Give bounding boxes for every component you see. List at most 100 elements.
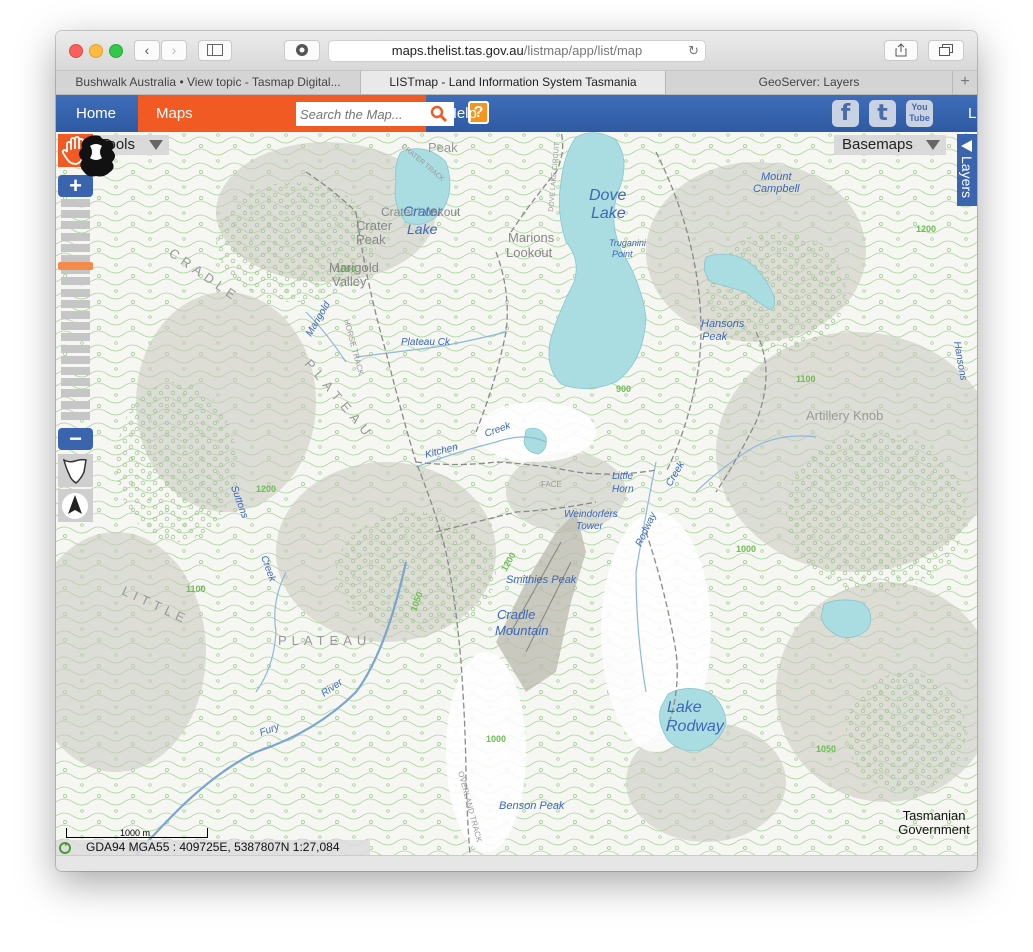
zoom-slider-handle[interactable] <box>58 261 93 270</box>
zoom-window-button[interactable] <box>109 44 123 58</box>
sidebar-toggle-button[interactable] <box>198 40 232 61</box>
label-weindorfers-tower: Weindorfers <box>564 509 618 520</box>
label-hansons-peak: Hansons <box>701 318 745 330</box>
zoom-out-button[interactable]: − <box>58 428 93 450</box>
shield-icon <box>296 44 308 56</box>
basemaps-label: Basemaps <box>842 136 913 153</box>
privacy-button[interactable] <box>284 40 320 61</box>
app-navbar: Home Maps ? Help f t You Tube L <box>56 95 977 132</box>
minimize-window-button[interactable] <box>89 44 103 58</box>
nav-maps[interactable]: Maps <box>156 95 193 132</box>
topographic-map[interactable]: 1050 1200 1200 1100 1000 1200 1100 1000 … <box>56 132 977 855</box>
nav-login-partial[interactable]: L <box>968 95 976 132</box>
label-smithies-peak: Smithies Peak <box>506 574 577 586</box>
scale-label: 1000 m <box>120 828 151 838</box>
tab-bushwalk[interactable]: Bushwalk Australia • View topic - Tasmap… <box>56 71 361 94</box>
svg-text:1100: 1100 <box>796 374 816 384</box>
tabs-overview-button[interactable] <box>928 40 964 61</box>
tasmania-extent-button[interactable] <box>58 454 93 487</box>
chevron-down-icon <box>926 140 940 150</box>
basemaps-dropdown[interactable]: Basemaps <box>834 135 946 155</box>
zoom-tick[interactable] <box>61 378 90 387</box>
tasmanian-government-wordmark: Tasmanian Government <box>890 809 977 837</box>
svg-text:900: 900 <box>616 384 631 394</box>
label-plateau-creek: Plateau Ck <box>401 337 451 348</box>
zoom-tick[interactable] <box>61 243 90 252</box>
new-tab-button[interactable]: + <box>953 71 977 94</box>
address-bar[interactable]: maps.thelist.tas.gov.au/listmap/app/list… <box>328 40 706 62</box>
label-benson-peak: Benson Peak <box>499 800 565 812</box>
zoom-tick[interactable] <box>61 232 90 241</box>
svg-text:1200: 1200 <box>916 224 936 234</box>
browser-window: ‹ › maps.thelist.tas.gov.au/listmap/app/… <box>56 31 977 871</box>
label-marions-lookout-2: Lookout <box>506 245 553 260</box>
nav-help[interactable]: Help <box>446 95 477 132</box>
svg-text:1000: 1000 <box>736 544 756 554</box>
tabs-icon <box>939 44 953 56</box>
label-little-plateau: PLATEAU <box>278 633 371 648</box>
label-mount-campbell: Mount <box>761 171 793 183</box>
zoom-tick[interactable] <box>61 288 90 297</box>
zoom-tick[interactable] <box>61 411 90 420</box>
zoom-tick[interactable] <box>61 322 90 331</box>
label-peak-top: Peak <box>428 140 458 155</box>
label-crater-peak: Crater <box>356 218 393 233</box>
youtube-icon[interactable]: You Tube <box>906 100 933 127</box>
facebook-icon[interactable]: f <box>832 100 859 127</box>
label-little-horn: Little <box>612 471 634 482</box>
nav-home[interactable]: Home <box>76 95 116 132</box>
label-little-horn-2: Horn <box>612 484 634 495</box>
label-marigold-valley-2: Valley <box>332 274 367 289</box>
share-button[interactable] <box>884 40 918 61</box>
reload-icon[interactable]: ↻ <box>688 41 699 61</box>
url-path: /listmap/app/list/map <box>523 43 643 58</box>
url-host: maps.thelist.tas.gov.au <box>391 43 524 58</box>
label-dove-lake-2: Lake <box>591 205 626 222</box>
twitter-icon[interactable]: t <box>869 100 896 127</box>
close-window-button[interactable] <box>69 44 83 58</box>
zoom-tick[interactable] <box>61 299 90 308</box>
zoom-tick[interactable] <box>61 277 90 286</box>
label-dove-lake: Dove <box>589 187 626 204</box>
zoom-tick[interactable] <box>61 311 90 319</box>
label-cradle-mountain-2: Mountain <box>495 623 548 638</box>
zoom-tick[interactable] <box>61 389 90 398</box>
label-marions-lookout: Marions <box>508 230 555 245</box>
zoom-slider[interactable] <box>61 199 90 423</box>
svg-text:1050: 1050 <box>816 744 836 754</box>
layers-label: Layers <box>959 156 975 199</box>
chevron-right-icon: › <box>171 42 177 58</box>
label-crater-lake-2: Lake <box>407 221 438 237</box>
label-marigold-valley: Marigold <box>329 260 379 275</box>
browser-titlebar: ‹ › maps.thelist.tas.gov.au/listmap/app/… <box>56 31 977 71</box>
zoom-tick[interactable] <box>61 400 90 409</box>
forward-button[interactable]: › <box>161 40 187 61</box>
label-crater-lookout: Crater Lookout <box>381 205 461 219</box>
label-weindorfers-tower-2: Tower <box>576 521 604 532</box>
map-viewport[interactable]: 1050 1200 1200 1100 1000 1200 1100 1000 … <box>56 132 977 855</box>
refresh-icon[interactable] <box>58 841 72 855</box>
zoom-tick[interactable] <box>61 221 90 230</box>
tasmanian-government-logo <box>79 135 115 177</box>
label-artillery-knob: Artillery Knob <box>806 408 883 423</box>
zoom-tick[interactable] <box>61 355 90 364</box>
tasmania-icon <box>62 458 87 484</box>
coordinate-text: GDA94 MGA55 : 409725E, 5387807N 1:27,084 <box>86 840 340 854</box>
tab-geoserver[interactable]: GeoServer: Layers <box>666 71 953 94</box>
layers-panel-toggle[interactable]: Layers <box>957 134 977 206</box>
tasgov-line2: Government <box>898 822 970 837</box>
back-button[interactable]: ‹ <box>134 40 160 61</box>
tab-listmap[interactable]: LISTmap - Land Information System Tasman… <box>361 71 666 94</box>
zoom-tick[interactable] <box>61 333 90 342</box>
north-arrow-button[interactable] <box>58 489 93 522</box>
chevron-left-icon: ‹ <box>144 42 150 58</box>
label-lake-rodway-2: Rodway <box>666 718 725 735</box>
zoom-tick[interactable] <box>61 367 90 375</box>
label-crater-peak-2: Peak <box>356 232 386 247</box>
label-truganini-2: Point <box>612 249 633 259</box>
svg-text:1000: 1000 <box>486 734 506 744</box>
tasgov-line1: Tasmanian <box>902 808 966 823</box>
zoom-tick[interactable] <box>61 344 90 353</box>
label-face-track: FACE <box>541 480 562 489</box>
label-hansons-peak-2: Peak <box>702 331 728 343</box>
